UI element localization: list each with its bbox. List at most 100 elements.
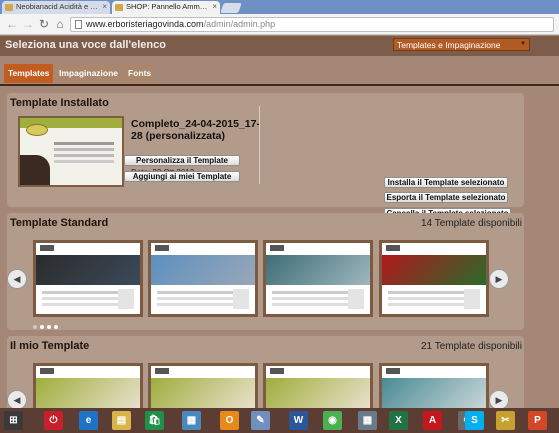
template-thumbnail[interactable] [263, 363, 373, 408]
thumb-text-lines [272, 291, 352, 294]
home-icon[interactable]: ⌂ [54, 17, 66, 31]
carousel-prev-button[interactable]: ◀ [7, 390, 27, 408]
forward-arrow-icon[interactable]: → [22, 17, 34, 31]
browser-tab-strip: Neobianacid Acidità e refl × SHOP: Panne… [0, 0, 559, 14]
tools-icon[interactable]: ✂ [496, 411, 515, 430]
thumb-text-lines [42, 291, 122, 294]
close-icon[interactable]: × [102, 2, 107, 11]
calculator-icon[interactable]: ▦ [358, 411, 377, 430]
thumb-logo [26, 124, 48, 136]
carousel-dot[interactable] [54, 325, 58, 329]
chevron-right-icon: ▶ [495, 395, 503, 405]
thumb-sidebar [348, 289, 364, 309]
tab-title: SHOP: Pannello Amminist [126, 2, 208, 11]
template-thumbnail[interactable] [148, 363, 258, 408]
template-thumbnail[interactable] [379, 363, 489, 408]
tab-title: Neobianacid Acidità e refl [16, 2, 98, 11]
acrobat-icon[interactable]: A [423, 411, 442, 430]
close-icon[interactable]: × [212, 2, 217, 11]
install-template-button[interactable]: Installa il Template selezionato [384, 177, 508, 188]
power-icon[interactable]: ⏻ [44, 411, 63, 430]
powerpoint-icon[interactable]: P [528, 411, 547, 430]
section-select-value: Templates e Impaginazione [397, 40, 501, 50]
carousel-prev-button[interactable]: ◀ [7, 269, 27, 289]
windows-start-icon[interactable]: ⊞ [4, 411, 23, 430]
new-tab-button[interactable] [220, 3, 242, 13]
thumb-logo [386, 245, 400, 251]
thumb-hero-image [266, 255, 370, 285]
url-text: www.erboristeriagovinda.com/admin/admin.… [86, 19, 276, 29]
thumb-text-lines [388, 291, 468, 294]
standard-heading: Template Standard [10, 217, 109, 229]
template-thumbnail[interactable] [33, 240, 143, 317]
reload-icon[interactable]: ↻ [38, 17, 50, 31]
windows-taskbar: ⊞⏻e▤🛍▦O✎W◉▦XA⚙S✂P [0, 408, 559, 433]
thumb-logo [155, 245, 169, 251]
tab-favicon-icon [5, 4, 13, 11]
tabs-divider [0, 84, 559, 86]
thumb-sidebar [118, 289, 134, 309]
thumb-sidebar [464, 289, 480, 309]
tab-templates[interactable]: Templates [4, 64, 53, 83]
tab-fonts[interactable]: Fonts [124, 64, 154, 83]
chrome-icon[interactable]: ◉ [323, 411, 342, 430]
carousel-next-button[interactable]: ▶ [489, 269, 509, 289]
file-explorer-icon[interactable]: ▤ [112, 411, 131, 430]
thumb-hero-image [266, 378, 370, 408]
chevron-down-icon: ▼ [520, 41, 526, 47]
thumb-logo [386, 368, 400, 374]
page-header: Seleziona una voce dall'elenco Templates… [0, 36, 559, 56]
tab-favicon-icon [115, 4, 123, 11]
chevron-right-icon: ▶ [495, 274, 503, 284]
address-bar[interactable]: www.erboristeriagovinda.com/admin/admin.… [70, 17, 554, 32]
carousel-dot[interactable] [40, 325, 44, 329]
browser-tab-shop-admin[interactable]: SHOP: Pannello Amminist × [112, 1, 220, 14]
page-icon [75, 20, 82, 29]
back-arrow-icon[interactable]: ← [6, 17, 18, 31]
thumb-hero-image [382, 255, 486, 285]
carousel-pagination [33, 320, 61, 332]
thumb-sidebar [233, 289, 249, 309]
thumb-text-lines [157, 291, 237, 294]
thumb-logo [155, 368, 169, 374]
thumb-photo [20, 155, 50, 185]
carousel-dot[interactable] [47, 325, 51, 329]
paint-icon[interactable]: ✎ [251, 411, 270, 430]
template-thumbnail[interactable] [263, 240, 373, 317]
word-icon[interactable]: W [289, 411, 308, 430]
carousel-dot[interactable] [33, 325, 37, 329]
installed-heading: Template Installato [10, 97, 109, 109]
vertical-divider [259, 106, 260, 184]
thumb-logo [270, 245, 284, 251]
export-template-button[interactable]: Esporta il Template selezionato [384, 192, 508, 203]
internet-explorer-icon[interactable]: e [79, 411, 98, 430]
installed-template-name: Completo_24-04-2015_17-28 (personalizzat… [131, 118, 260, 142]
customize-template-button[interactable]: Personalizza il Template [124, 155, 240, 166]
template-thumbnail[interactable] [33, 363, 143, 408]
store-icon[interactable]: 🛍 [145, 411, 164, 430]
standard-count: 14 Template disponibili [421, 218, 522, 229]
template-thumbnail[interactable] [148, 240, 258, 317]
thumb-logo [40, 245, 54, 251]
thumb-logo [270, 368, 284, 374]
thumb-hero-image [382, 378, 486, 408]
installed-template-panel: Template Installato Completo_24-04-2015_… [7, 93, 524, 207]
outlook-icon[interactable]: O [220, 411, 239, 430]
admin-page: Seleziona una voce dall'elenco Templates… [0, 36, 559, 408]
browser-toolbar: ← → ↻ ⌂ www.erboristeriagovinda.com/admi… [0, 14, 559, 35]
excel-icon[interactable]: X [389, 411, 408, 430]
network-icon[interactable]: ▦ [182, 411, 201, 430]
template-thumbnail[interactable] [379, 240, 489, 317]
thumb-hero-image [36, 378, 140, 408]
tab-impaginazione[interactable]: Impaginazione [55, 64, 122, 83]
skype-icon[interactable]: S [465, 411, 484, 430]
thumb-text-lines [54, 142, 114, 145]
carousel-next-button[interactable]: ▶ [489, 390, 509, 408]
browser-tab-neobianacid[interactable]: Neobianacid Acidità e refl × [2, 1, 110, 14]
add-to-my-templates-button[interactable]: Aggiungi ai miei Template [124, 171, 240, 182]
mine-heading: Il mio Template [10, 340, 90, 352]
thumb-logo [40, 368, 54, 374]
installed-template-thumbnail[interactable] [18, 116, 124, 187]
section-select[interactable]: Templates e Impaginazione ▼ [393, 38, 530, 51]
thumb-hero-image [151, 378, 255, 408]
